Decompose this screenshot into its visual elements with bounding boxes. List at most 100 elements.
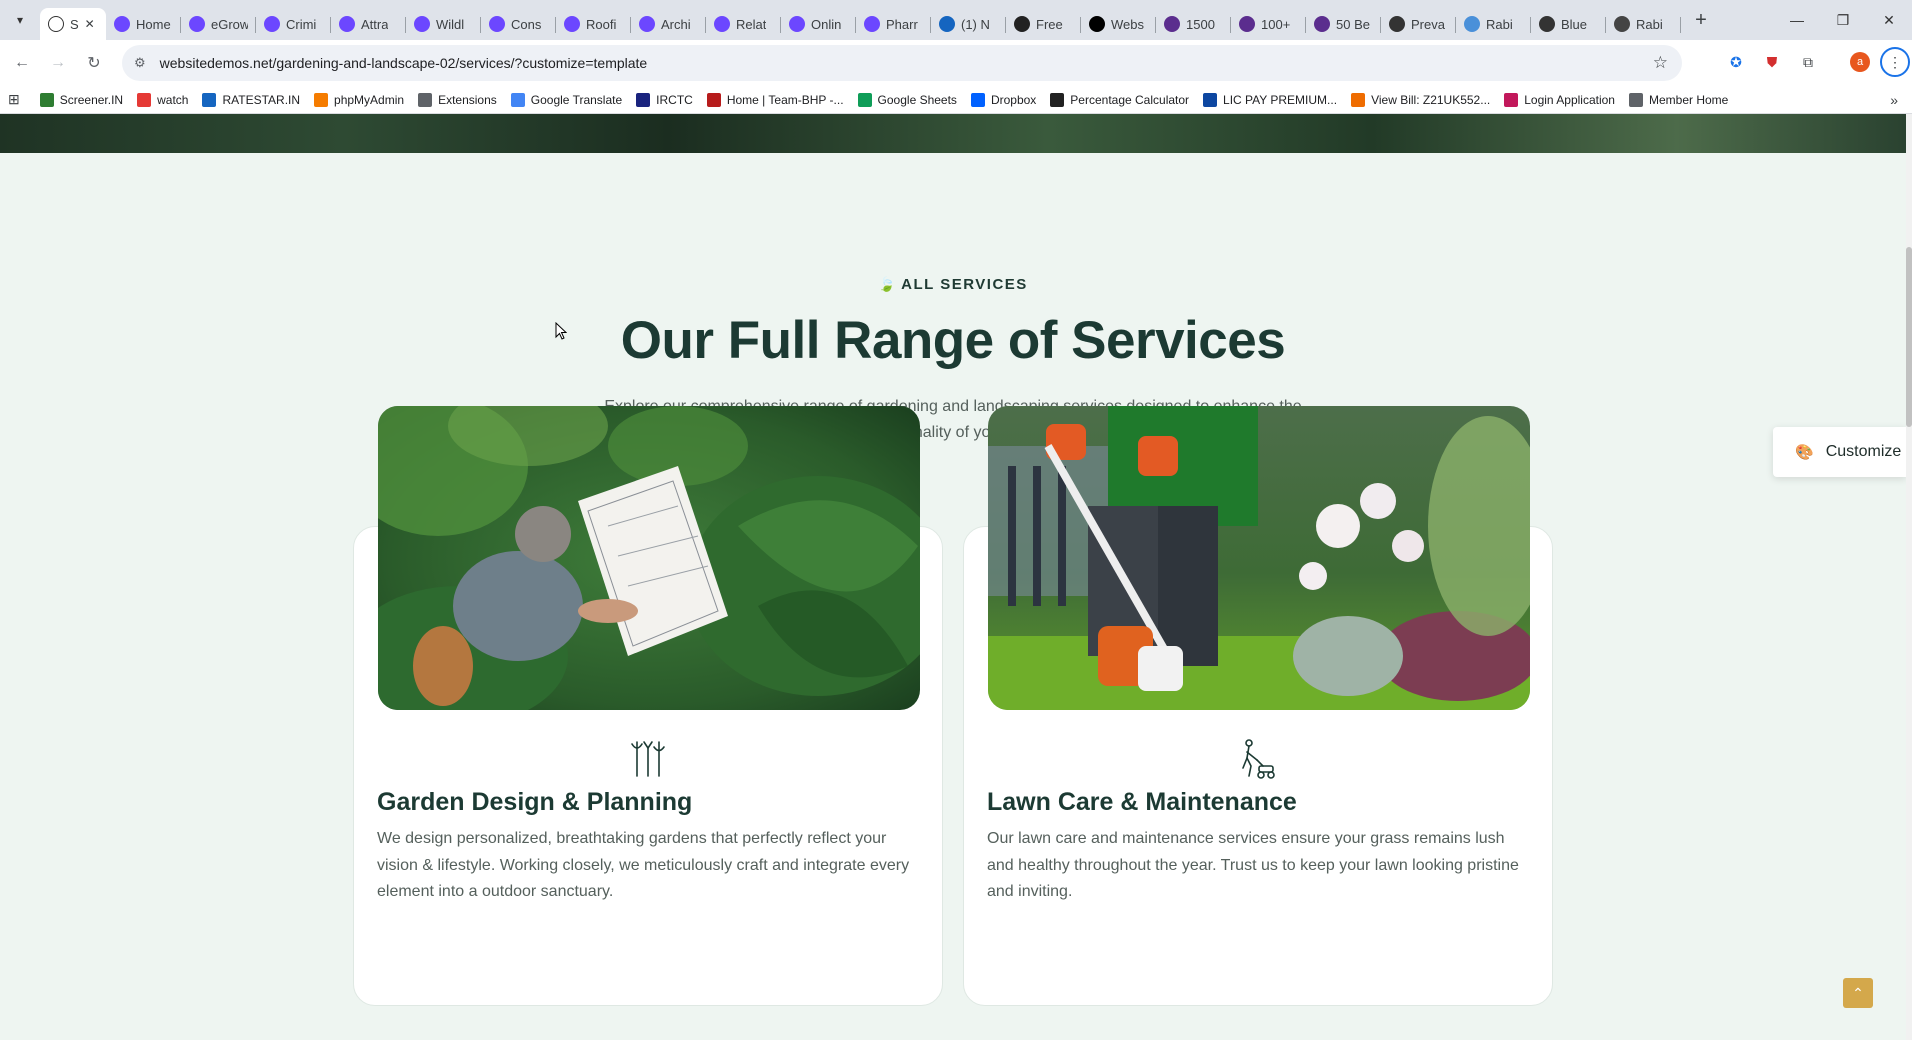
bookmark-item[interactable]: Screener.IN: [39, 92, 124, 107]
tab-favicon-icon: [1314, 16, 1330, 32]
url-text[interactable]: websitedemos.net/gardening-and-landscape…: [160, 55, 648, 71]
browser-tab[interactable]: Attra: [331, 8, 406, 40]
bookmark-favicon-icon: [636, 92, 651, 107]
browser-tab[interactable]: 1500: [1156, 8, 1231, 40]
tab-title: Webs: [1111, 16, 1144, 32]
scroll-to-top-button[interactable]: ⌃: [1843, 978, 1873, 1008]
tab-title: Onlin: [811, 16, 842, 32]
bookmark-item[interactable]: Member Home: [1628, 92, 1728, 107]
chrome-menu-icon[interactable]: ⋮: [1880, 47, 1910, 77]
tab-title: Archi: [661, 16, 691, 32]
bookmark-favicon-icon: [202, 92, 217, 107]
bookmark-item[interactable]: phpMyAdmin: [314, 92, 404, 107]
bookmark-favicon-icon: [137, 92, 152, 107]
browser-tab[interactable]: Pharr: [856, 8, 931, 40]
bookmark-item[interactable]: Home | Team-BHP -...: [706, 92, 844, 107]
bookmark-favicon-icon: [1351, 92, 1366, 107]
bookmark-item[interactable]: Percentage Calculator: [1050, 92, 1190, 107]
browser-tab[interactable]: Roofi: [556, 8, 631, 40]
tab-favicon-icon: [48, 16, 64, 32]
tab-close-icon[interactable]: ✕: [85, 17, 95, 31]
extension-icon[interactable]: ✪: [1722, 48, 1750, 76]
bookmark-star-icon[interactable]: ☆: [1653, 53, 1668, 73]
bookmarks-bar: ⊞ Screener.IN watch RATESTAR.IN phpMyAdmin E…: [0, 86, 1912, 114]
section-eyebrow: 🍃 ALL SERVICES: [0, 276, 1906, 293]
browser-tab[interactable]: (1) N: [931, 8, 1006, 40]
browser-tab[interactable]: 50 Be: [1306, 8, 1381, 40]
browser-tab[interactable]: Webs: [1081, 8, 1156, 40]
tab-favicon-icon: [489, 16, 505, 32]
tab-search-button[interactable]: ▾: [0, 0, 40, 40]
bookmark-label: watch: [157, 92, 189, 107]
tab-favicon-icon: [789, 16, 805, 32]
garden-design-image: [378, 406, 920, 710]
apps-grid-icon[interactable]: ⊞: [8, 91, 20, 108]
close-window-button[interactable]: ✕: [1866, 0, 1912, 40]
browser-tab[interactable]: 100+: [1231, 8, 1306, 40]
tab-title: Roofi: [586, 16, 617, 32]
tab-favicon-icon: [1614, 16, 1630, 32]
browser-tab[interactable]: S ✕: [40, 8, 106, 40]
browser-tab[interactable]: Onlin: [781, 8, 856, 40]
browser-tab[interactable]: Free: [1006, 8, 1081, 40]
window-controls: — ❐ ✕: [1774, 0, 1912, 40]
page-viewport: 🍃 ALL SERVICES Our Full Range of Services…: [0, 114, 1906, 1040]
bookmark-item[interactable]: IRCTC: [636, 92, 693, 107]
extensions-puzzle-icon[interactable]: ⧉: [1794, 48, 1822, 76]
bookmark-favicon-icon: [1504, 92, 1519, 107]
adblock-extension-icon[interactable]: ⛊: [1758, 48, 1786, 76]
bookmark-item[interactable]: LIC PAY PREMIUM...: [1203, 92, 1337, 107]
browser-tab[interactable]: Home: [106, 8, 181, 40]
bookmark-item[interactable]: Google Sheets: [857, 92, 957, 107]
restore-button[interactable]: ❐: [1820, 0, 1866, 40]
tab-title: Crimi: [286, 16, 317, 32]
bookmark-item[interactable]: Google Translate: [510, 92, 623, 107]
tab-favicon-icon: [1164, 16, 1180, 32]
bookmark-item[interactable]: Login Application: [1504, 92, 1615, 107]
tab-favicon-icon: [714, 16, 730, 32]
service-title-lawn-care: Lawn Care & Maintenance: [987, 788, 1297, 816]
bookmark-item[interactable]: RATESTAR.IN: [202, 92, 300, 107]
tab-title: Preva: [1411, 16, 1445, 32]
bookmark-label: Google Translate: [530, 92, 623, 107]
new-tab-button[interactable]: +: [1685, 4, 1717, 36]
bookmark-item[interactable]: Extensions: [418, 92, 497, 107]
bookmark-label: Percentage Calculator: [1070, 92, 1190, 107]
browser-tab[interactable]: Archi: [631, 8, 706, 40]
back-button[interactable]: ←: [4, 45, 40, 81]
scrollbar-thumb[interactable]: [1906, 247, 1912, 427]
profile-avatar[interactable]: a: [1846, 48, 1874, 76]
hero-image-strip: [0, 114, 1906, 153]
browser-tab[interactable]: Preva: [1381, 8, 1456, 40]
browser-tab[interactable]: Cons: [481, 8, 556, 40]
browser-tab[interactable]: Wildl: [406, 8, 481, 40]
browser-tab[interactable]: Crimi: [256, 8, 331, 40]
browser-tab[interactable]: Rabi: [1456, 8, 1531, 40]
bookmark-favicon-icon: [314, 92, 329, 107]
page-scrollbar[interactable]: [1906, 114, 1912, 1040]
bookmark-label: Screener.IN: [59, 92, 124, 107]
browser-tab[interactable]: eGrow: [181, 8, 256, 40]
palette-icon: 🎨: [1795, 444, 1814, 461]
customize-button[interactable]: 🎨 Customize: [1773, 427, 1906, 477]
browser-tab[interactable]: Relat: [706, 8, 781, 40]
tab-title: Pharr: [886, 16, 918, 32]
eyebrow-label: ALL SERVICES: [901, 276, 1028, 293]
bookmark-label: Home | Team-BHP -...: [726, 92, 844, 107]
browser-tab-bar: ▾ S ✕ Home eGrow Crimi Attra Wildl Cons Roofi Arc…: [0, 0, 1912, 40]
tab-favicon-icon: [1014, 16, 1030, 32]
bookmarks-overflow-icon[interactable]: »: [1890, 92, 1898, 108]
address-bar[interactable]: ⚙ websitedemos.net/gardening-and-landsca…: [122, 45, 1682, 81]
forward-button[interactable]: →: [40, 45, 76, 81]
minimize-button[interactable]: —: [1774, 0, 1820, 40]
tab-favicon-icon: [1239, 16, 1255, 32]
browser-tab[interactable]: Rabi: [1606, 8, 1681, 40]
browser-tab[interactable]: Blue: [1531, 8, 1606, 40]
site-info-icon[interactable]: ⚙: [134, 55, 146, 71]
bookmark-item[interactable]: watch: [137, 92, 189, 107]
bookmark-label: IRCTC: [656, 92, 693, 107]
bookmark-item[interactable]: View Bill: Z21UK552...: [1351, 92, 1490, 107]
bookmark-item[interactable]: Dropbox: [970, 92, 1036, 107]
tab-favicon-icon: [339, 16, 355, 32]
reload-button[interactable]: ↻: [76, 45, 112, 81]
